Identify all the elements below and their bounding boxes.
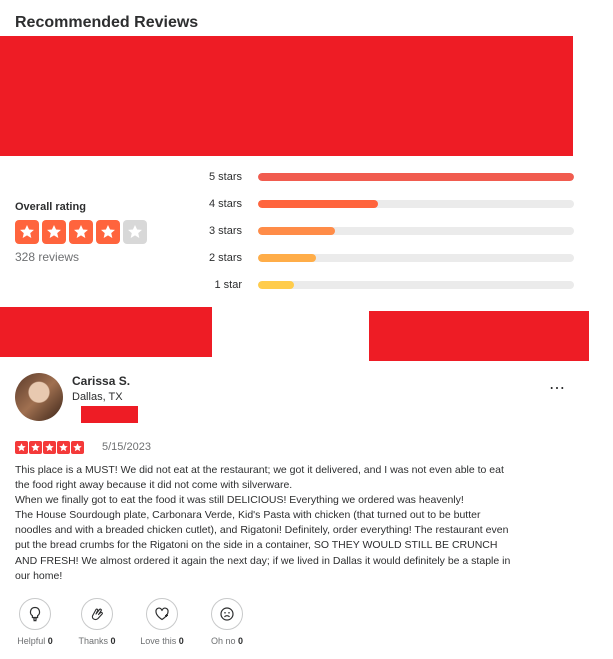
reviews-count: 328 reviews — [15, 250, 80, 264]
user-location: Dallas, TX — [72, 391, 123, 403]
star-icon — [69, 220, 93, 244]
rating-row-2[interactable]: 2 stars — [200, 251, 574, 265]
rating-bar-fill — [258, 200, 379, 208]
star-icon — [57, 441, 70, 454]
rating-bar-fill — [258, 254, 317, 262]
rating-bar-track — [258, 173, 574, 181]
rating-bar-track — [258, 281, 574, 289]
reaction-label: Love this 0 — [140, 636, 184, 646]
reaction-label: Oh no 0 — [210, 636, 244, 646]
redacted-filter-control — [0, 307, 212, 357]
star-icon — [15, 441, 28, 454]
lightbulb-icon[interactable] — [19, 598, 51, 630]
clapping-hands-icon[interactable] — [81, 598, 113, 630]
rating-bar-fill — [258, 173, 574, 181]
star-icon — [96, 220, 120, 244]
section-title: Recommended Reviews — [15, 14, 199, 31]
heart-icon[interactable] — [146, 598, 178, 630]
star-icon — [29, 441, 42, 454]
rating-row-label: 3 stars — [208, 225, 242, 237]
review-rating-stars — [15, 441, 84, 454]
rating-row-label: 4 stars — [208, 198, 242, 210]
overall-rating-stars — [15, 220, 147, 244]
reaction-label: Helpful 0 — [17, 636, 53, 646]
rating-row-label: 5 stars — [208, 171, 242, 183]
star-icon — [43, 441, 56, 454]
redacted-sort-control — [369, 311, 589, 361]
user-name-link[interactable]: Carissa S. — [72, 374, 130, 388]
reaction-oh-no[interactable]: Oh no 0 — [197, 598, 257, 646]
star-icon — [71, 441, 84, 454]
redacted-highlights-block — [0, 36, 573, 156]
redacted-user-stats — [81, 406, 138, 423]
review-date: 5/15/2023 — [102, 441, 151, 453]
rating-row-4[interactable]: 4 stars — [200, 197, 574, 211]
overall-rating-label: Overall rating — [15, 201, 86, 213]
reaction-love-this[interactable]: Love this 0 — [132, 598, 192, 646]
reaction-thanks[interactable]: Thanks 0 — [67, 598, 127, 646]
star-icon — [15, 220, 39, 244]
rating-row-1[interactable]: 1 star — [200, 278, 574, 292]
star-icon — [42, 220, 66, 244]
rating-bar-fill — [258, 281, 295, 289]
user-avatar[interactable] — [15, 373, 63, 421]
star-icon — [123, 220, 147, 244]
rating-bar-fill — [258, 227, 336, 235]
rating-row-3[interactable]: 3 stars — [200, 224, 574, 238]
more-options-icon[interactable]: ⋯ — [549, 378, 566, 398]
sad-face-icon[interactable] — [211, 598, 243, 630]
review-text: This place is a MUST! We did not eat at … — [15, 464, 511, 582]
rating-row-label: 1 star — [214, 279, 242, 291]
rating-bar-track — [258, 227, 574, 235]
reaction-label: Thanks 0 — [78, 636, 116, 646]
rating-bar-track — [258, 254, 574, 262]
rating-row-5[interactable]: 5 stars — [200, 170, 574, 184]
rating-bar-track — [258, 200, 574, 208]
rating-row-label: 2 stars — [208, 252, 242, 264]
reaction-helpful[interactable]: Helpful 0 — [5, 598, 65, 646]
